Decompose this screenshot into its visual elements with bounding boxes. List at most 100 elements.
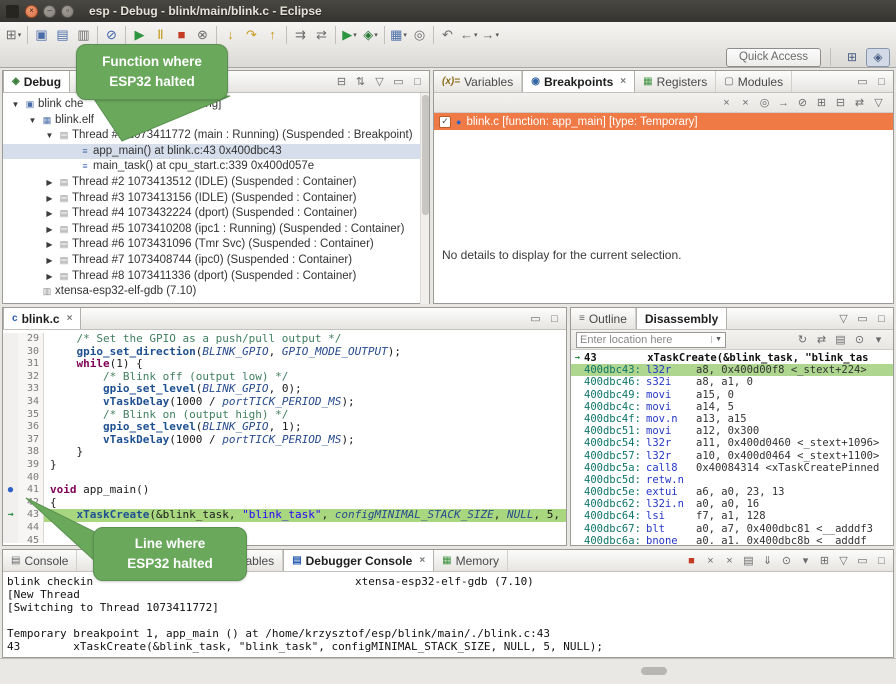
show-breakpoints-for-selection-button[interactable]: ◎ <box>756 95 773 111</box>
quick-access-button[interactable]: Quick Access <box>726 48 821 67</box>
step-over-button[interactable]: ↷ <box>241 24 262 45</box>
disconnect-button[interactable]: ⊗ <box>192 24 213 45</box>
tree-item-thread-2[interactable]: ▶▤Thread #2 1073413512 (IDLE) (Suspended… <box>3 175 429 191</box>
remove-all-breakpoints-button[interactable]: × <box>737 95 754 111</box>
tree-item-thread-6[interactable]: ▶▤Thread #6 1073431096 (Tmr Svc) (Suspen… <box>3 237 429 253</box>
tree-item-thread-3[interactable]: ▶▤Thread #3 1073413156 (IDLE) (Suspended… <box>3 191 429 207</box>
maximize-button[interactable]: □ <box>546 311 563 327</box>
tab-close-icon[interactable]: × <box>67 313 73 324</box>
terminate-button[interactable]: ■ <box>683 553 700 569</box>
tree-item-frame-main-task[interactable]: ≡main_task() at cpu_start.c:339 0x400d05… <box>3 159 429 175</box>
line-number[interactable]: 38 <box>18 446 44 459</box>
line-number[interactable]: 43 <box>18 509 44 522</box>
scrollbar-thumb[interactable] <box>422 95 429 215</box>
resume-button[interactable]: ▶ <box>129 24 150 45</box>
disassembly-instruction-line[interactable]: 400dbc57:l32ra10, 0x400d0464 <_stext+110… <box>571 450 893 462</box>
view-menu-button[interactable]: ▽ <box>371 74 388 90</box>
tab-blink-c[interactable]: cblink.c× <box>3 308 81 329</box>
window-maximize-button[interactable]: ▫ <box>61 5 74 18</box>
tree-collapsed-arrow-icon[interactable]: ▶ <box>43 206 56 222</box>
tab-memory[interactable]: ▦Memory <box>434 550 508 571</box>
line-number[interactable]: 31 <box>18 358 44 371</box>
minimize-button[interactable]: ▭ <box>854 74 871 90</box>
run-button[interactable]: ▶▾ <box>339 24 360 45</box>
disassembly-instruction-line[interactable]: 400dbc43:l32ra8, 0x400d00f8 <_stext+224> <box>571 364 893 376</box>
debug-scrollbar[interactable] <box>420 93 429 304</box>
line-number[interactable]: 40 <box>18 472 44 485</box>
editor-line[interactable]: 37 vTaskDelay(1000 / portTICK_PERIOD_MS)… <box>3 434 566 447</box>
disassembly-instruction-line[interactable]: 400dbc5a:call80x40084314 <xTaskCreatePin… <box>571 462 893 474</box>
last-edit-location-button[interactable]: ↶ <box>437 24 458 45</box>
remove-all-terminated-button[interactable]: × <box>721 553 738 569</box>
debug-perspective-button[interactable]: ◈ <box>866 48 890 67</box>
maximize-button[interactable]: □ <box>873 74 890 90</box>
disassembly-listing[interactable]: →43 xTaskCreate(&blink_task, "blink_tas4… <box>571 350 893 544</box>
horizontal-scrollbar-thumb[interactable] <box>641 667 667 675</box>
pin-console-button[interactable]: ⊙ <box>778 553 795 569</box>
maximize-button[interactable]: □ <box>873 553 890 569</box>
tree-item-thread-5[interactable]: ▶▤Thread #5 1073410208 (ipc1 : Running) … <box>3 222 429 238</box>
step-return-button[interactable]: ↑ <box>262 24 283 45</box>
remove-launch-button[interactable]: × <box>702 553 719 569</box>
skip-all-breakpoints-button[interactable]: ⊘ <box>101 24 122 45</box>
tab-breakpoints[interactable]: ◉Breakpoints× <box>522 71 635 92</box>
breakpoint-entry-row[interactable]: ✓ ● blink.c [function: app_main] [type: … <box>434 113 893 130</box>
line-number[interactable]: 34 <box>18 396 44 409</box>
tree-collapsed-arrow-icon[interactable]: ▶ <box>43 269 56 285</box>
line-number[interactable]: 41 <box>18 484 44 497</box>
disassembly-instruction-line[interactable]: 400dbc49:movia15, 0 <box>571 389 893 401</box>
tree-item-thread-8[interactable]: ▶▤Thread #8 1073411336 (dport) (Suspende… <box>3 269 429 285</box>
scroll-lock-button[interactable]: ⇓ <box>759 553 776 569</box>
link-with-debug-view-button[interactable]: ⇄ <box>851 95 868 111</box>
expand-all-button[interactable]: ⊞ <box>813 95 830 111</box>
disassembly-instruction-line[interactable]: 400dbc62:l32i.na0, a0, 16 <box>571 498 893 510</box>
print-button[interactable]: ▥ <box>73 24 94 45</box>
new-wizard-button[interactable]: ⊞▾ <box>3 24 24 45</box>
tree-item-frame-app-main[interactable]: ≡app_main() at blink.c:43 0x400dbc43 <box>3 144 429 160</box>
maximize-button[interactable]: □ <box>409 74 426 90</box>
tree-collapsed-arrow-icon[interactable]: ▶ <box>43 191 56 207</box>
line-number[interactable]: 42 <box>18 497 44 510</box>
disassembly-instruction-line[interactable]: 400dbc46:s32ia8, a1, 0 <box>571 376 893 388</box>
save-all-button[interactable]: ▤ <box>52 24 73 45</box>
tree-expanded-arrow-icon[interactable]: ▼ <box>26 113 39 129</box>
tab-close-icon[interactable]: × <box>620 76 626 87</box>
skip-all-breakpoints-button[interactable]: ⊘ <box>794 95 811 111</box>
breakpoint-enabled-checkbox[interactable]: ✓ <box>439 116 451 128</box>
disassembly-instruction-line[interactable]: 400dbc5e:extuia6, a0, 23, 13 <box>571 486 893 498</box>
tree-item-thread-7[interactable]: ▶▤Thread #7 1073408744 (ipc0) (Suspended… <box>3 253 429 269</box>
search-button[interactable]: ◎ <box>409 24 430 45</box>
minimize-button[interactable]: ▭ <box>854 311 871 327</box>
show-opcodes-button[interactable]: ▤ <box>832 332 849 348</box>
window-menu-icon[interactable] <box>6 5 19 18</box>
pin-button[interactable]: ⊙ <box>851 332 868 348</box>
editor-line[interactable]: →43 xTaskCreate(&blink_task, "blink_task… <box>3 509 566 522</box>
disassembly-instruction-line[interactable]: 400dbc54:l32ra11, 0x400d0460 <_stext+109… <box>571 437 893 449</box>
tree-item-thread-1[interactable]: ▼▤Thread #1 1073411772 (main : Running) … <box>3 128 429 144</box>
view-menu-button[interactable]: ▽ <box>870 95 887 111</box>
disassembly-instruction-line[interactable]: 400dbc64:lsif7, a1, 128 <box>571 510 893 522</box>
location-combo[interactable]: Enter location here ▼ <box>576 332 726 348</box>
new-c-cpp-button[interactable]: ▦▾ <box>388 24 409 45</box>
tab-console[interactable]: ▤Console <box>3 550 77 571</box>
remove-breakpoint-button[interactable]: × <box>718 95 735 111</box>
debug-button[interactable]: ◈▾ <box>360 24 381 45</box>
disassembly-instruction-line[interactable]: 400dbc51:movia12, 0x300 <box>571 425 893 437</box>
display-selected-console-button[interactable]: ▾ <box>797 553 814 569</box>
view-menu-button[interactable]: ▽ <box>835 553 852 569</box>
disassembly-instruction-line[interactable]: 400dbc4c:movia14, 5 <box>571 401 893 413</box>
tab-variables[interactable]: (x)=Variables <box>434 71 522 92</box>
line-number[interactable]: 45 <box>18 535 44 544</box>
console-output[interactable]: blink checkinxtensa-esp32-elf-gdb (7.10)… <box>3 572 893 657</box>
tab-close-icon[interactable]: × <box>419 555 425 566</box>
tab-disassembly[interactable]: Disassembly <box>636 308 727 329</box>
tree-collapsed-arrow-icon[interactable]: ▶ <box>43 222 56 238</box>
go-to-file-for-breakpoint-button[interactable]: → <box>775 95 792 111</box>
view-menu-button[interactable]: ▽ <box>835 311 852 327</box>
back-button[interactable]: ←▾ <box>458 24 480 45</box>
clear-console-button[interactable]: ▤ <box>740 553 757 569</box>
tab-debugger-console[interactable]: ▤Debugger Console× <box>283 550 434 571</box>
editor-line[interactable]: 44 <box>3 522 566 535</box>
tree-item-thread-4[interactable]: ▶▤Thread #4 1073432224 (dport) (Suspende… <box>3 206 429 222</box>
minimize-button[interactable]: ▭ <box>854 553 871 569</box>
